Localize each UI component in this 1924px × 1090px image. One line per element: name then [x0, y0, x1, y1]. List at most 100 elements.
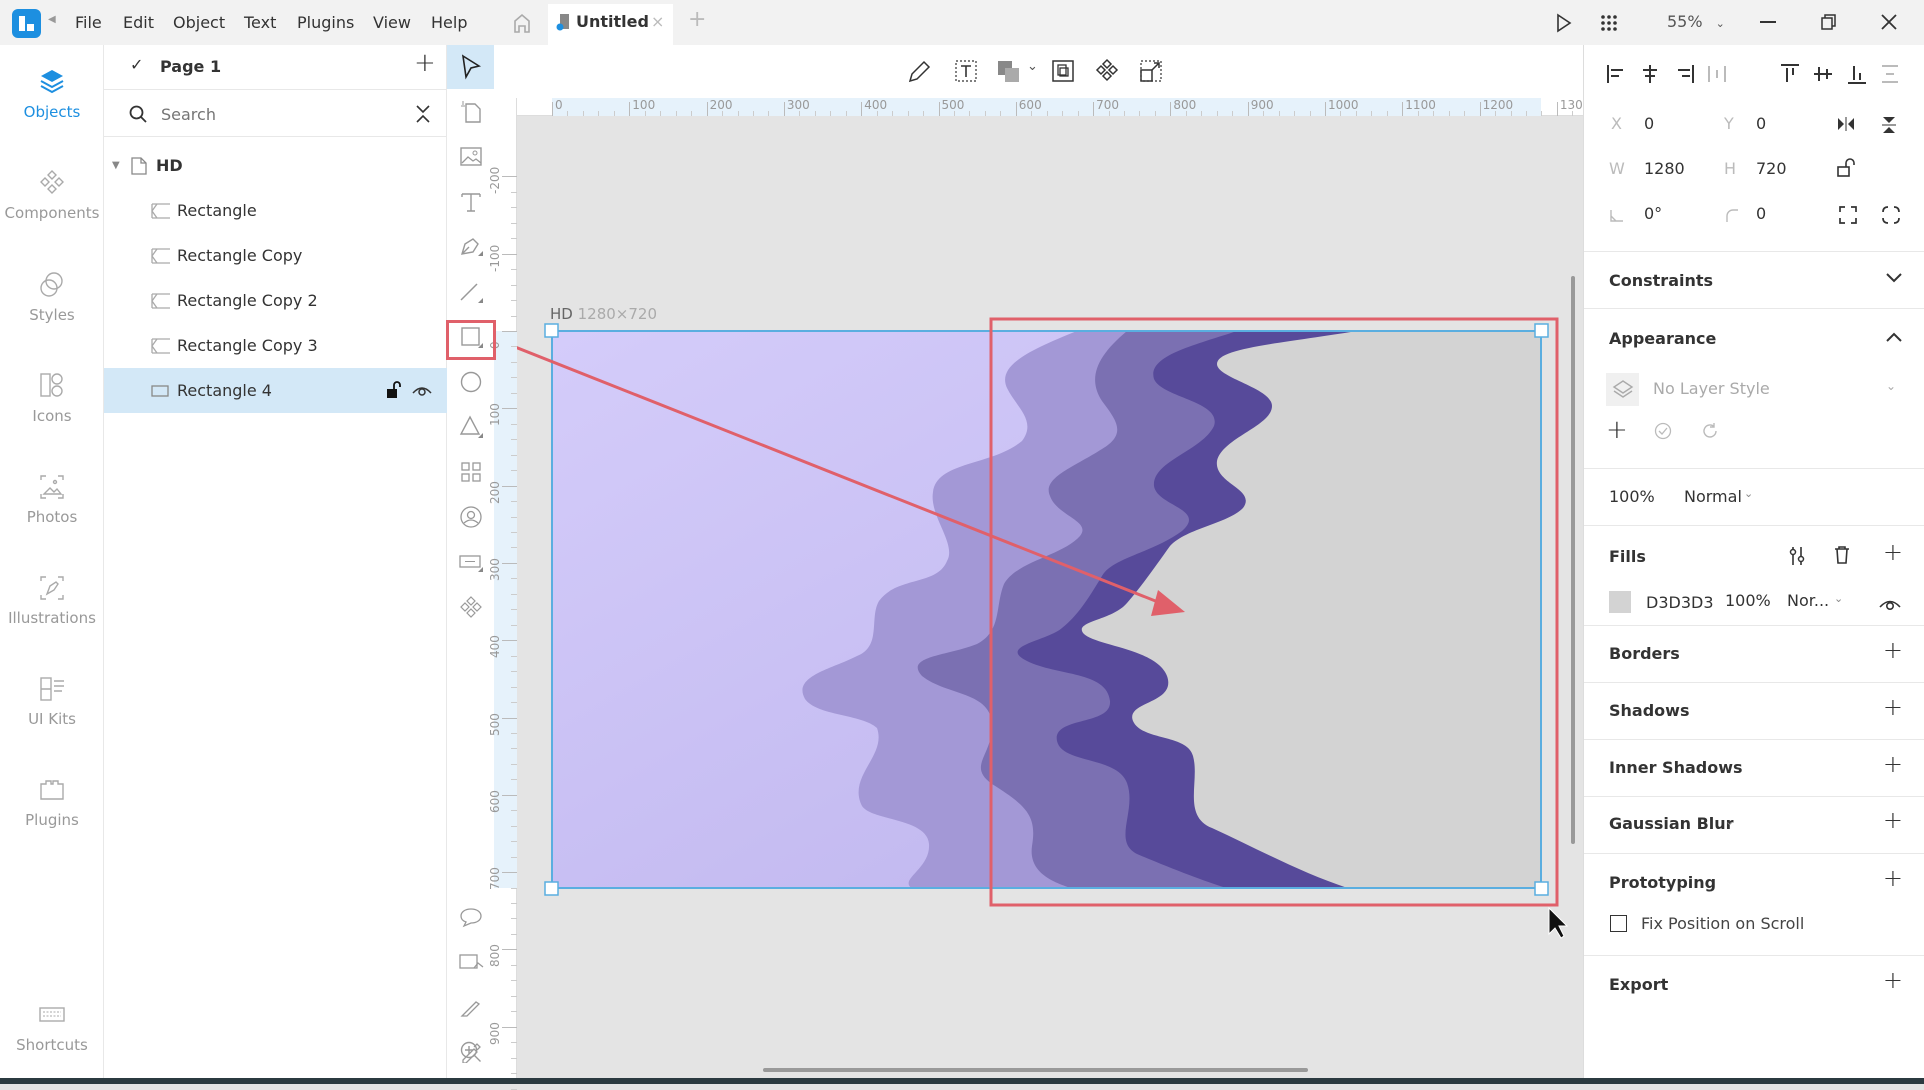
component-tool[interactable] [447, 585, 494, 629]
home-icon[interactable] [512, 12, 532, 34]
comment-tool[interactable] [447, 895, 494, 939]
fit-frame-icon[interactable] [1838, 205, 1858, 225]
document-tab[interactable]: Untitled × [548, 4, 673, 45]
align-bottom-icon[interactable] [1846, 63, 1868, 85]
add-inner-shadow-icon[interactable]: + [1883, 750, 1903, 778]
fix-position-checkbox[interactable] [1610, 915, 1627, 932]
apply-style-icon[interactable] [1654, 422, 1672, 440]
eye-icon[interactable] [412, 383, 432, 397]
aspect-lock-icon[interactable] [1836, 157, 1858, 179]
mask-icon[interactable] [1050, 58, 1076, 84]
knife-tool[interactable] [447, 985, 494, 1029]
align-right-icon[interactable] [1673, 63, 1695, 85]
delete-fill-icon[interactable] [1833, 545, 1851, 565]
menu-view[interactable]: View [373, 0, 411, 45]
inner-shadows-section[interactable]: Inner Shadows + [1584, 739, 1924, 796]
align-top-icon[interactable] [1779, 63, 1801, 85]
back-arrow-icon[interactable]: ◀ [48, 14, 56, 25]
fill-hex-input[interactable]: D3D3D3 [1646, 593, 1714, 612]
add-blur-icon[interactable]: + [1883, 806, 1903, 834]
triangle-tool[interactable] [447, 405, 494, 449]
chevron-down-icon[interactable]: ⌄ [1744, 487, 1753, 500]
layer-item[interactable]: Rectangle Copy 3 [104, 323, 447, 368]
artboard-tool[interactable] [447, 90, 494, 134]
blend-mode-dropdown[interactable]: Normal [1684, 487, 1742, 506]
x-input[interactable]: 0 [1644, 114, 1654, 133]
fill-settings-icon[interactable] [1787, 545, 1807, 567]
shadows-section[interactable]: Shadows + [1584, 682, 1924, 739]
boolean-icon[interactable] [996, 59, 1022, 85]
layer-item-selected[interactable]: Rectangle 4 [104, 368, 447, 413]
close-tab-icon[interactable]: × [651, 12, 664, 31]
unlock-icon[interactable] [386, 381, 402, 399]
search-input[interactable] [161, 101, 381, 127]
chevron-up-icon[interactable] [1885, 331, 1903, 343]
add-export-icon[interactable]: + [1883, 966, 1903, 994]
play-icon[interactable] [1556, 13, 1572, 33]
collapse-all-icon[interactable] [415, 104, 431, 124]
layer-item[interactable]: Rectangle [104, 188, 447, 233]
layer-item[interactable]: Rectangle Copy 2 [104, 278, 447, 323]
image-tool[interactable] [447, 135, 494, 179]
rail-plugins[interactable]: Plugins [0, 775, 104, 829]
page-selector[interactable]: ✓ Page 1 + [104, 45, 447, 90]
layer-item[interactable]: Rectangle Copy [104, 233, 447, 278]
rail-objects[interactable]: Objects [0, 67, 104, 121]
menu-text[interactable]: Text [244, 0, 276, 45]
radius-input[interactable]: 0 [1756, 204, 1766, 223]
flip-horizontal-icon[interactable] [1836, 115, 1856, 133]
minimize-icon[interactable] [1760, 21, 1776, 23]
resize-handle-top-right[interactable] [1534, 323, 1549, 338]
add-style-icon[interactable]: + [1606, 415, 1628, 445]
rail-components[interactable]: Components [0, 168, 104, 222]
close-window-icon[interactable] [1880, 13, 1898, 31]
boolean-dropdown-icon[interactable]: ⌄ [1027, 59, 1038, 74]
rail-styles[interactable]: Styles [0, 270, 104, 324]
avatar-tool[interactable] [447, 495, 494, 539]
resize-handle-top-left[interactable] [544, 323, 559, 338]
line-tool[interactable] [447, 270, 494, 314]
add-border-icon[interactable]: + [1883, 636, 1903, 664]
rail-icons[interactable]: Icons [0, 371, 104, 425]
layer-style-swatch[interactable] [1606, 373, 1639, 406]
align-middle-v-icon[interactable] [1812, 63, 1834, 85]
app-logo-icon[interactable] [12, 9, 41, 38]
width-input[interactable]: 1280 [1644, 159, 1685, 178]
rotation-input[interactable]: 0° [1644, 204, 1662, 223]
canvas[interactable] [517, 116, 1583, 1078]
edit-pencil-icon[interactable] [906, 59, 932, 85]
add-page-icon[interactable]: + [414, 48, 436, 78]
height-input[interactable]: 720 [1756, 159, 1787, 178]
borders-section[interactable]: Borders + [1584, 625, 1924, 682]
rail-shortcuts[interactable]: Shortcuts [0, 1000, 104, 1054]
constraints-section[interactable]: Constraints [1584, 251, 1924, 308]
export-section[interactable]: Export + [1584, 955, 1924, 1012]
menu-plugins[interactable]: Plugins [297, 0, 354, 45]
chevron-down-icon[interactable] [1885, 272, 1903, 284]
text-box-icon[interactable] [954, 59, 978, 83]
zoom-tool[interactable] [447, 1030, 494, 1074]
ellipse-tool[interactable] [447, 360, 494, 404]
fill-visibility-icon[interactable] [1879, 596, 1901, 610]
fill-blend-dropdown[interactable]: Nor... [1787, 591, 1829, 610]
rail-photos[interactable]: Photos [0, 472, 104, 526]
new-tab-icon[interactable]: + [688, 7, 706, 32]
menu-file[interactable]: File [75, 0, 102, 45]
align-center-h-icon[interactable] [1639, 63, 1661, 85]
artboard-hd[interactable] [552, 331, 1557, 891]
menu-help[interactable]: Help [431, 0, 467, 45]
text-tool[interactable] [447, 180, 494, 224]
gaussian-blur-section[interactable]: Gaussian Blur ⌄ + [1584, 796, 1924, 853]
restore-icon[interactable] [1821, 14, 1837, 30]
caret-down-icon[interactable]: ▼ [112, 143, 120, 188]
resize-handle-bottom-left[interactable] [544, 881, 559, 896]
grid-tool[interactable] [447, 450, 494, 494]
zoom-level-dropdown[interactable]: 55% ⌄ [1667, 12, 1725, 31]
annotation-tool[interactable] [447, 940, 494, 984]
create-component-icon[interactable] [1094, 58, 1120, 84]
independent-corners-icon[interactable] [1881, 205, 1901, 225]
distribute-v-icon[interactable] [1879, 63, 1901, 85]
select-tool[interactable] [447, 45, 494, 89]
flip-vertical-icon[interactable] [1880, 115, 1898, 135]
menu-edit[interactable]: Edit [123, 0, 154, 45]
